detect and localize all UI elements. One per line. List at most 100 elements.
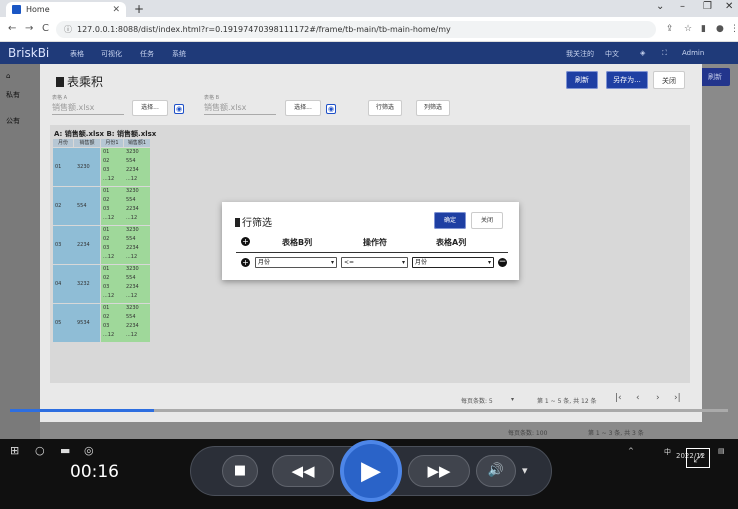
video-progress-bar[interactable] (10, 409, 728, 412)
inner-sales-cell: 2234 (126, 323, 139, 329)
tray-chevron-icon[interactable]: ^ (628, 447, 634, 455)
inner-month-cell: 02 (103, 158, 110, 164)
follow-link[interactable]: 我关注的 (566, 49, 594, 59)
inner-sales-cell: 3230 (126, 149, 139, 155)
file-explorer-icon[interactable]: ▬ (60, 444, 70, 457)
chevron-down-icon[interactable]: ⌄ (656, 1, 664, 12)
background-refresh-button[interactable]: 刷新 (700, 68, 730, 86)
inner-sales-cell: 2234 (126, 206, 139, 212)
inner-sales-cell: 3230 (126, 188, 139, 194)
notification-icon[interactable]: ▤ (718, 447, 725, 455)
inner-sales-cell: ...12 (126, 176, 138, 182)
col-filter-button[interactable]: 列筛选 (416, 100, 450, 116)
group-month-cell: 01 (55, 163, 62, 170)
table-header-cell: 月份 (53, 139, 73, 147)
save-as-button[interactable]: 另存为... (606, 71, 648, 89)
menu-item-task[interactable]: 任务 (140, 49, 154, 59)
nav-public[interactable]: 公有 (6, 116, 20, 126)
fast-forward-button[interactable]: ▶▶ (408, 455, 470, 487)
operator-select[interactable]: <= ▾ (341, 257, 408, 268)
paint-icon[interactable]: ◈ (640, 49, 645, 57)
fullscreen-icon[interactable]: ⛶ (662, 49, 667, 58)
pager-caret-icon[interactable]: ▾ (511, 396, 514, 403)
add-condition-icon[interactable]: + (241, 237, 250, 246)
profile-icon[interactable]: ● (716, 24, 724, 34)
filter-close-button[interactable]: 关闭 (471, 212, 503, 229)
back-icon[interactable]: ← (8, 23, 16, 34)
windows-start-icon[interactable]: ⊞ (10, 444, 19, 457)
col-b-select[interactable]: 月份 ▾ (255, 257, 337, 268)
background-pager-per-page[interactable]: 每页条数: 100 (508, 428, 547, 437)
volume-dropdown-icon[interactable]: ▾ (522, 464, 528, 477)
site-info-icon[interactable]: ⓘ (64, 25, 72, 34)
inner-month-cell: ...12 (103, 215, 115, 221)
table-a-field[interactable]: 销售额.xlsx (52, 102, 124, 115)
inner-month-cell: 02 (103, 236, 110, 242)
inner-month-cell: 03 (103, 206, 110, 212)
table-a-preview-icon[interactable]: ◉ (174, 104, 184, 114)
inner-sales-cell: 3230 (126, 227, 139, 233)
inner-month-cell: 02 (103, 275, 110, 281)
star-icon[interactable]: ☆ (684, 24, 692, 34)
rewind-button[interactable]: ◀◀ (272, 455, 334, 487)
chrome-icon[interactable]: ◎ (84, 444, 94, 457)
menu-item-system[interactable]: 系统 (172, 49, 186, 59)
inner-sales-cell: 2234 (126, 284, 139, 290)
prev-page-icon[interactable]: ‹ (636, 393, 640, 403)
col-b-header: 表格B列 (282, 238, 313, 247)
volume-icon[interactable]: 🔊 (476, 455, 516, 487)
url-field[interactable]: ⓘ 127.0.0.1:8088/dist/index.html?r=0.1919… (56, 21, 656, 38)
share-icon[interactable]: ⇪ (666, 24, 674, 34)
table-b-preview-icon[interactable]: ◉ (326, 104, 336, 114)
group-month-cell: 04 (55, 280, 62, 287)
result-table-title: A: 销售额.xlsx B: 销售额.xlsx (54, 130, 157, 138)
chevron-down-icon: ▾ (401, 259, 405, 266)
inner-month-cell: 03 (103, 323, 110, 329)
reload-icon[interactable]: C (42, 23, 49, 34)
browser-menu-icon[interactable]: ⋮ (730, 24, 738, 34)
play-button[interactable]: ▶ (340, 440, 402, 502)
browser-tab-bar: Home ✕ + ⌄ – ❐ ✕ (0, 0, 738, 17)
table-header-cell: 销售额 (74, 139, 100, 147)
close-button[interactable]: 关闭 (653, 71, 685, 89)
language-select[interactable]: 中文 (605, 49, 619, 59)
table-b-select-button[interactable]: 选择... (285, 100, 321, 116)
inner-month-cell: ...12 (103, 254, 115, 260)
new-tab-icon[interactable]: + (134, 2, 144, 16)
col-a-select[interactable]: 月份 ▾ (412, 257, 494, 268)
tab-close-icon[interactable]: ✕ (112, 5, 120, 15)
table-b-field[interactable]: 销售额.xlsx (204, 102, 276, 115)
sidebar-icon[interactable]: ▮ (701, 24, 706, 34)
window-close-icon[interactable]: ✕ (725, 1, 733, 12)
minimize-icon[interactable]: – (680, 1, 685, 12)
inner-month-cell: 01 (103, 266, 110, 272)
add-row-icon[interactable]: + (241, 258, 250, 267)
inner-sales-cell: 2234 (126, 167, 139, 173)
pager-range: 第 1 ~ 5 条, 共 12 条 (537, 398, 597, 405)
user-menu[interactable]: Admin (682, 49, 704, 57)
pager-per-page[interactable]: 每页条数: 5 (461, 396, 493, 405)
nav-private[interactable]: 私有 (6, 90, 20, 100)
remove-row-icon[interactable]: − (498, 258, 507, 267)
confirm-button[interactable]: 确定 (434, 212, 466, 229)
refresh-button[interactable]: 刷新 (566, 71, 598, 89)
first-page-icon[interactable]: |‹ (615, 393, 622, 403)
forward-icon[interactable]: → (25, 23, 33, 34)
search-icon[interactable]: ○ (35, 444, 45, 457)
background-pager-range: 第 1 ~ 3 条, 共 3 条 (588, 430, 644, 437)
col-a-header: 表格A列 (436, 238, 467, 247)
menu-item-table[interactable]: 表格 (70, 49, 84, 59)
stop-button[interactable]: ■ (222, 455, 258, 487)
next-page-icon[interactable]: › (656, 393, 660, 403)
last-page-icon[interactable]: ›| (674, 393, 681, 403)
expand-icon[interactable]: ⤢ (686, 448, 710, 468)
inner-sales-cell: 554 (126, 314, 136, 320)
menu-item-visual[interactable]: 可视化 (101, 49, 122, 59)
browser-tab[interactable]: Home ✕ (6, 2, 126, 17)
restore-icon[interactable]: ❐ (703, 1, 712, 12)
chevron-down-icon: ▾ (487, 259, 491, 266)
ime-indicator[interactable]: 中 (664, 447, 671, 457)
table-a-select-button[interactable]: 选择... (132, 100, 168, 116)
row-filter-button[interactable]: 行筛选 (368, 100, 402, 116)
home-icon[interactable]: ⌂ (6, 72, 10, 80)
